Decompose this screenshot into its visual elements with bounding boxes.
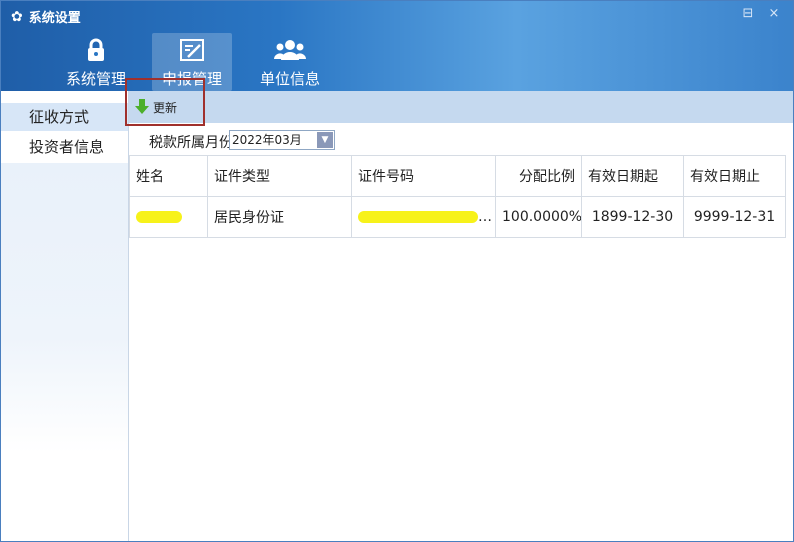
tab-label: 申报管理 [161, 70, 222, 88]
investor-table: 姓名 证件类型 证件号码 分配比例 有效日期起 有效日期止 居民身份证 … 10… [129, 155, 786, 238]
tab-declaration-management[interactable]: 申报管理 [152, 33, 232, 91]
gear-icon: ✿ [11, 8, 23, 25]
chevron-down-icon[interactable]: ▼ [317, 132, 333, 148]
col-id-type[interactable]: 证件类型 [207, 155, 352, 197]
cell-ratio: 100.0000% [495, 196, 582, 238]
tab-unit-info[interactable]: 单位信息 [250, 33, 330, 91]
col-name[interactable]: 姓名 [129, 155, 208, 197]
tab-label: 单位信息 [259, 70, 320, 88]
lock-icon [56, 38, 136, 62]
cell-id-number: … [351, 196, 496, 238]
table-header-row: 姓名 证件类型 证件号码 分配比例 有效日期起 有效日期止 [129, 155, 786, 197]
period-filter: 税款所属月份 2022年03月 ▼ [149, 130, 335, 152]
update-button-label: 更新 [153, 100, 178, 115]
sidebar-item-collection-method[interactable]: 征收方式 [1, 103, 128, 131]
sidebar-background [1, 163, 128, 453]
update-button[interactable]: 更新 [135, 97, 177, 117]
tab-label: 系统管理 [65, 70, 126, 88]
table-row[interactable]: 居民身份证 … 100.0000% 1899-12-30 9999-12-31 [129, 196, 786, 238]
redaction-mark [136, 211, 182, 223]
cell-name [129, 196, 208, 238]
cell-end-date: 9999-12-31 [683, 196, 786, 238]
col-start-date[interactable]: 有效日期起 [581, 155, 684, 197]
tab-system-management[interactable]: 系统管理 [56, 33, 136, 91]
users-icon [250, 38, 330, 62]
edit-icon [152, 38, 232, 62]
redaction-mark [358, 211, 478, 223]
period-value: 2022年03月 [232, 133, 302, 147]
toolbar: 更新 [129, 91, 793, 123]
restore-button[interactable]: ⊟ [739, 6, 757, 22]
close-button[interactable]: × [765, 6, 783, 22]
sidebar: 征收方式 投资者信息 [1, 91, 129, 541]
window-title-bar: ✿ 系统设置 [11, 7, 81, 27]
period-label: 税款所属月份 [149, 135, 231, 151]
window-title: 系统设置 [28, 11, 81, 26]
period-select[interactable]: 2022年03月 ▼ [229, 130, 335, 150]
col-ratio[interactable]: 分配比例 [495, 155, 582, 197]
download-arrow-icon [135, 99, 149, 114]
settings-window: ✿ 系统设置 ⊟ × 系统管理 申报管理 单位信息 征收方式 投资者信息 更新 … [0, 0, 794, 542]
col-id-number[interactable]: 证件号码 [351, 155, 496, 197]
cell-start-date: 1899-12-30 [581, 196, 684, 238]
cell-id-type: 居民身份证 [207, 196, 352, 238]
sidebar-item-investor-info[interactable]: 投资者信息 [1, 133, 128, 161]
col-end-date[interactable]: 有效日期止 [683, 155, 786, 197]
window-header: ✿ 系统设置 ⊟ × 系统管理 申报管理 单位信息 [1, 1, 793, 91]
